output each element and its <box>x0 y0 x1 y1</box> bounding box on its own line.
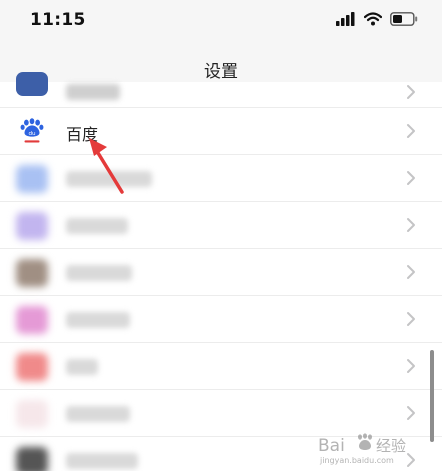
status-icons <box>336 12 418 26</box>
app-icon <box>16 447 48 471</box>
list-item[interactable] <box>0 249 442 296</box>
list-item[interactable] <box>0 202 442 249</box>
chevron-right-icon <box>407 85 415 99</box>
blurred-label <box>66 453 138 469</box>
blurred-label <box>66 359 98 375</box>
watermark-url: jingyan.baidu.com <box>319 456 394 465</box>
cellular-signal-icon <box>336 12 355 26</box>
blurred-label <box>66 406 130 422</box>
status-time: 11:15 <box>30 10 86 30</box>
app-icon <box>16 400 48 428</box>
chevron-right-icon <box>407 124 415 138</box>
blurred-label <box>66 265 132 281</box>
settings-item-baidu[interactable]: du 百度 <box>0 108 442 155</box>
list-item[interactable] <box>0 296 442 343</box>
status-bar: 11:15 <box>0 0 442 44</box>
chevron-right-icon <box>407 265 415 279</box>
paw-icon <box>358 433 372 450</box>
battery-icon <box>390 12 418 26</box>
chevron-right-icon <box>407 218 415 232</box>
app-icon <box>16 72 48 96</box>
watermark-brand-2: 经验 <box>376 437 406 455</box>
chevron-right-icon <box>407 406 415 420</box>
chevron-right-icon <box>407 171 415 185</box>
app-icon <box>16 306 48 334</box>
blurred-label <box>66 84 120 100</box>
app-icon <box>16 259 48 287</box>
app-icon <box>16 353 48 381</box>
blurred-label <box>66 312 130 328</box>
watermark-brand: Bai <box>318 436 345 456</box>
list-item[interactable] <box>0 343 442 390</box>
page-title: 设置 <box>204 62 238 82</box>
svg-text:du: du <box>28 131 36 137</box>
list-item[interactable] <box>0 390 442 437</box>
wifi-icon <box>364 12 382 26</box>
list-item[interactable] <box>0 155 442 202</box>
chevron-right-icon <box>407 312 415 326</box>
settings-app-list: du 百度 <box>0 72 442 471</box>
blurred-label <box>66 218 128 234</box>
baidu-icon: du <box>20 118 44 143</box>
app-icon <box>16 212 48 240</box>
watermark: Bai 经验 jingyan.baidu.com <box>318 433 406 465</box>
scroll-indicator[interactable] <box>430 350 434 442</box>
annotation-arrow <box>89 138 124 194</box>
chevron-right-icon <box>407 359 415 373</box>
list-item[interactable] <box>0 72 442 108</box>
app-icon <box>16 165 48 193</box>
